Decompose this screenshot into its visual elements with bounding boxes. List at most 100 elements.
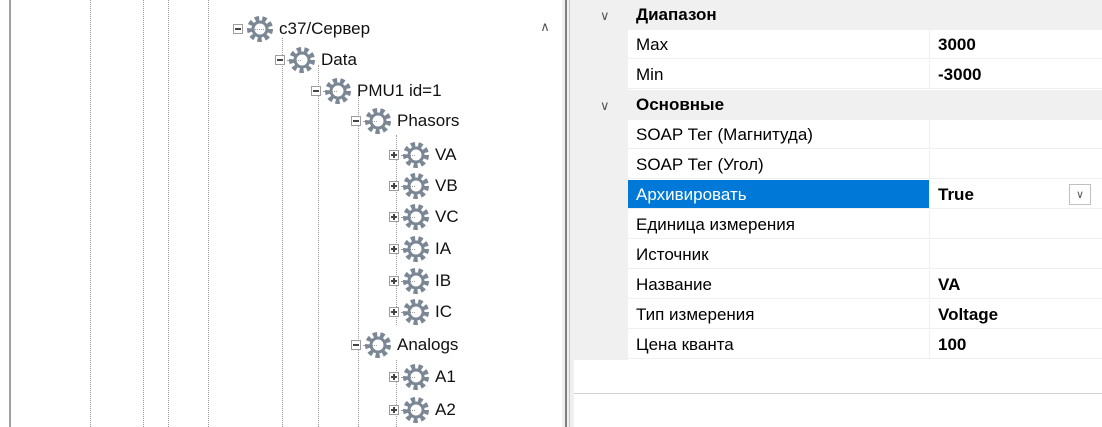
row-gutter <box>574 180 628 210</box>
tree-guide-line <box>282 38 283 427</box>
property-name: Тип измерения <box>628 300 930 329</box>
tree-node-label: Analogs <box>397 335 459 354</box>
category-range[interactable]: ∨ Диапазон <box>574 0 1102 30</box>
property-name: SOAP Тег (Магнитуда) <box>628 120 930 149</box>
property-row[interactable]: SOAP Тег (Угол) <box>574 150 1102 180</box>
property-value[interactable]: Voltage <box>930 300 1102 329</box>
expand-icon[interactable] <box>389 212 399 222</box>
collapse-icon[interactable] <box>275 55 285 65</box>
property-name: SOAP Тег (Угол) <box>628 150 930 179</box>
tree-node-label: A2 <box>435 400 456 419</box>
tree-node-a1[interactable]: A1 <box>389 362 456 392</box>
property-name: Название <box>628 270 930 299</box>
tree-node-a2[interactable]: A2 <box>389 395 456 425</box>
gear-icon <box>403 236 429 262</box>
row-gutter <box>574 240 628 270</box>
expand-icon[interactable] <box>389 150 399 160</box>
gear-icon <box>403 204 429 230</box>
property-name: Архивировать <box>628 180 930 209</box>
property-row[interactable]: Единица измерения <box>574 210 1102 240</box>
property-row[interactable]: Источник <box>574 240 1102 270</box>
expand-icon[interactable] <box>389 307 399 317</box>
row-gutter <box>574 30 628 60</box>
dropdown-icon[interactable]: ∨ <box>1069 184 1091 205</box>
tree-node-label: VC <box>435 207 459 226</box>
property-row[interactable]: Min -3000 <box>574 60 1102 90</box>
property-value[interactable] <box>930 120 1102 149</box>
property-grid[interactable]: ∨ Диапазон Max 3000 Min -3000 ∨ Основные… <box>574 0 1102 427</box>
property-value[interactable]: 100 <box>930 330 1102 359</box>
row-gutter <box>574 150 628 180</box>
tree-node-label: c37/Сервер <box>279 19 371 38</box>
tree-guide-line <box>318 65 319 427</box>
tree-node-vc[interactable]: VC <box>389 202 459 232</box>
property-value[interactable] <box>930 150 1102 179</box>
tree-node-ib[interactable]: IB <box>389 266 451 296</box>
gear-icon <box>403 173 429 199</box>
gear-icon <box>403 299 429 325</box>
gear-icon <box>325 78 351 104</box>
collapse-icon[interactable] <box>351 116 361 126</box>
tree-guide-line <box>143 0 144 427</box>
tree-node-analogs[interactable]: Analogs <box>351 330 458 360</box>
collapse-icon[interactable] <box>233 24 243 34</box>
scroll-up-icon[interactable]: ∧ <box>536 18 554 36</box>
property-name: Max <box>628 30 930 59</box>
gear-icon <box>403 397 429 423</box>
property-row[interactable]: Тип измерения Voltage <box>574 300 1102 330</box>
property-row-selected[interactable]: Архивировать True ∨ <box>574 180 1102 210</box>
property-row[interactable]: Max 3000 <box>574 30 1102 60</box>
pane-splitter[interactable] <box>562 0 574 427</box>
property-value[interactable]: 3000 <box>930 30 1102 59</box>
property-name: Цена кванта <box>628 330 930 359</box>
expand-icon[interactable] <box>389 244 399 254</box>
gear-icon <box>403 268 429 294</box>
tree-guide-line <box>168 0 169 427</box>
expand-icon[interactable] <box>389 181 399 191</box>
property-row[interactable]: Название VA <box>574 270 1102 300</box>
tree-node-ia[interactable]: IA <box>389 234 451 264</box>
tree-node-label: IA <box>435 239 452 258</box>
property-value[interactable] <box>930 240 1102 269</box>
tree-guide-line <box>208 0 209 427</box>
tree-node-label: IB <box>435 271 452 290</box>
property-name: Min <box>628 60 930 89</box>
property-value[interactable] <box>930 210 1102 239</box>
property-name: Единица измерения <box>628 210 930 239</box>
property-name: Источник <box>628 240 930 269</box>
expand-icon[interactable] <box>389 276 399 286</box>
chevron-down-icon[interactable]: ∨ <box>600 98 610 114</box>
property-value[interactable]: VA <box>930 270 1102 299</box>
tree-guide-line <box>90 0 91 427</box>
category-main[interactable]: ∨ Основные <box>574 90 1102 120</box>
tree-node-pmu[interactable]: PMU1 id=1 <box>311 76 442 106</box>
row-gutter <box>574 270 628 300</box>
property-row[interactable]: SOAP Тег (Магнитуда) <box>574 120 1102 150</box>
tree-node-label: Data <box>321 50 357 69</box>
expand-icon[interactable] <box>389 372 399 382</box>
row-gutter <box>574 210 628 240</box>
tree-node-server[interactable]: c37/Сервер <box>233 14 370 44</box>
splitter-line <box>565 0 567 427</box>
property-row[interactable]: Цена кванта 100 <box>574 330 1102 360</box>
row-gutter <box>574 60 628 90</box>
chevron-down-icon[interactable]: ∨ <box>600 8 610 24</box>
expand-icon[interactable] <box>389 405 399 415</box>
splitter-line <box>569 0 570 427</box>
tree-node-data[interactable]: Data <box>275 45 357 75</box>
gear-icon <box>403 142 429 168</box>
tree-node-vb[interactable]: VB <box>389 171 458 201</box>
gear-icon <box>289 47 315 73</box>
row-gutter <box>574 120 628 150</box>
category-label: Основные <box>636 95 725 114</box>
property-value[interactable]: -3000 <box>930 60 1102 89</box>
gear-icon <box>403 364 429 390</box>
tree-node-phasors[interactable]: Phasors <box>351 106 459 136</box>
tree-node-label: Phasors <box>397 111 460 130</box>
collapse-icon[interactable] <box>311 86 321 96</box>
tree-node-ic[interactable]: IC <box>389 297 452 327</box>
tree-node-va[interactable]: VA <box>389 140 456 170</box>
tree-view[interactable]: c37/Сервер Data PMU1 id=1 Phasors VA VB … <box>0 0 562 427</box>
tree-node-label: VB <box>435 176 458 195</box>
collapse-icon[interactable] <box>351 340 361 350</box>
